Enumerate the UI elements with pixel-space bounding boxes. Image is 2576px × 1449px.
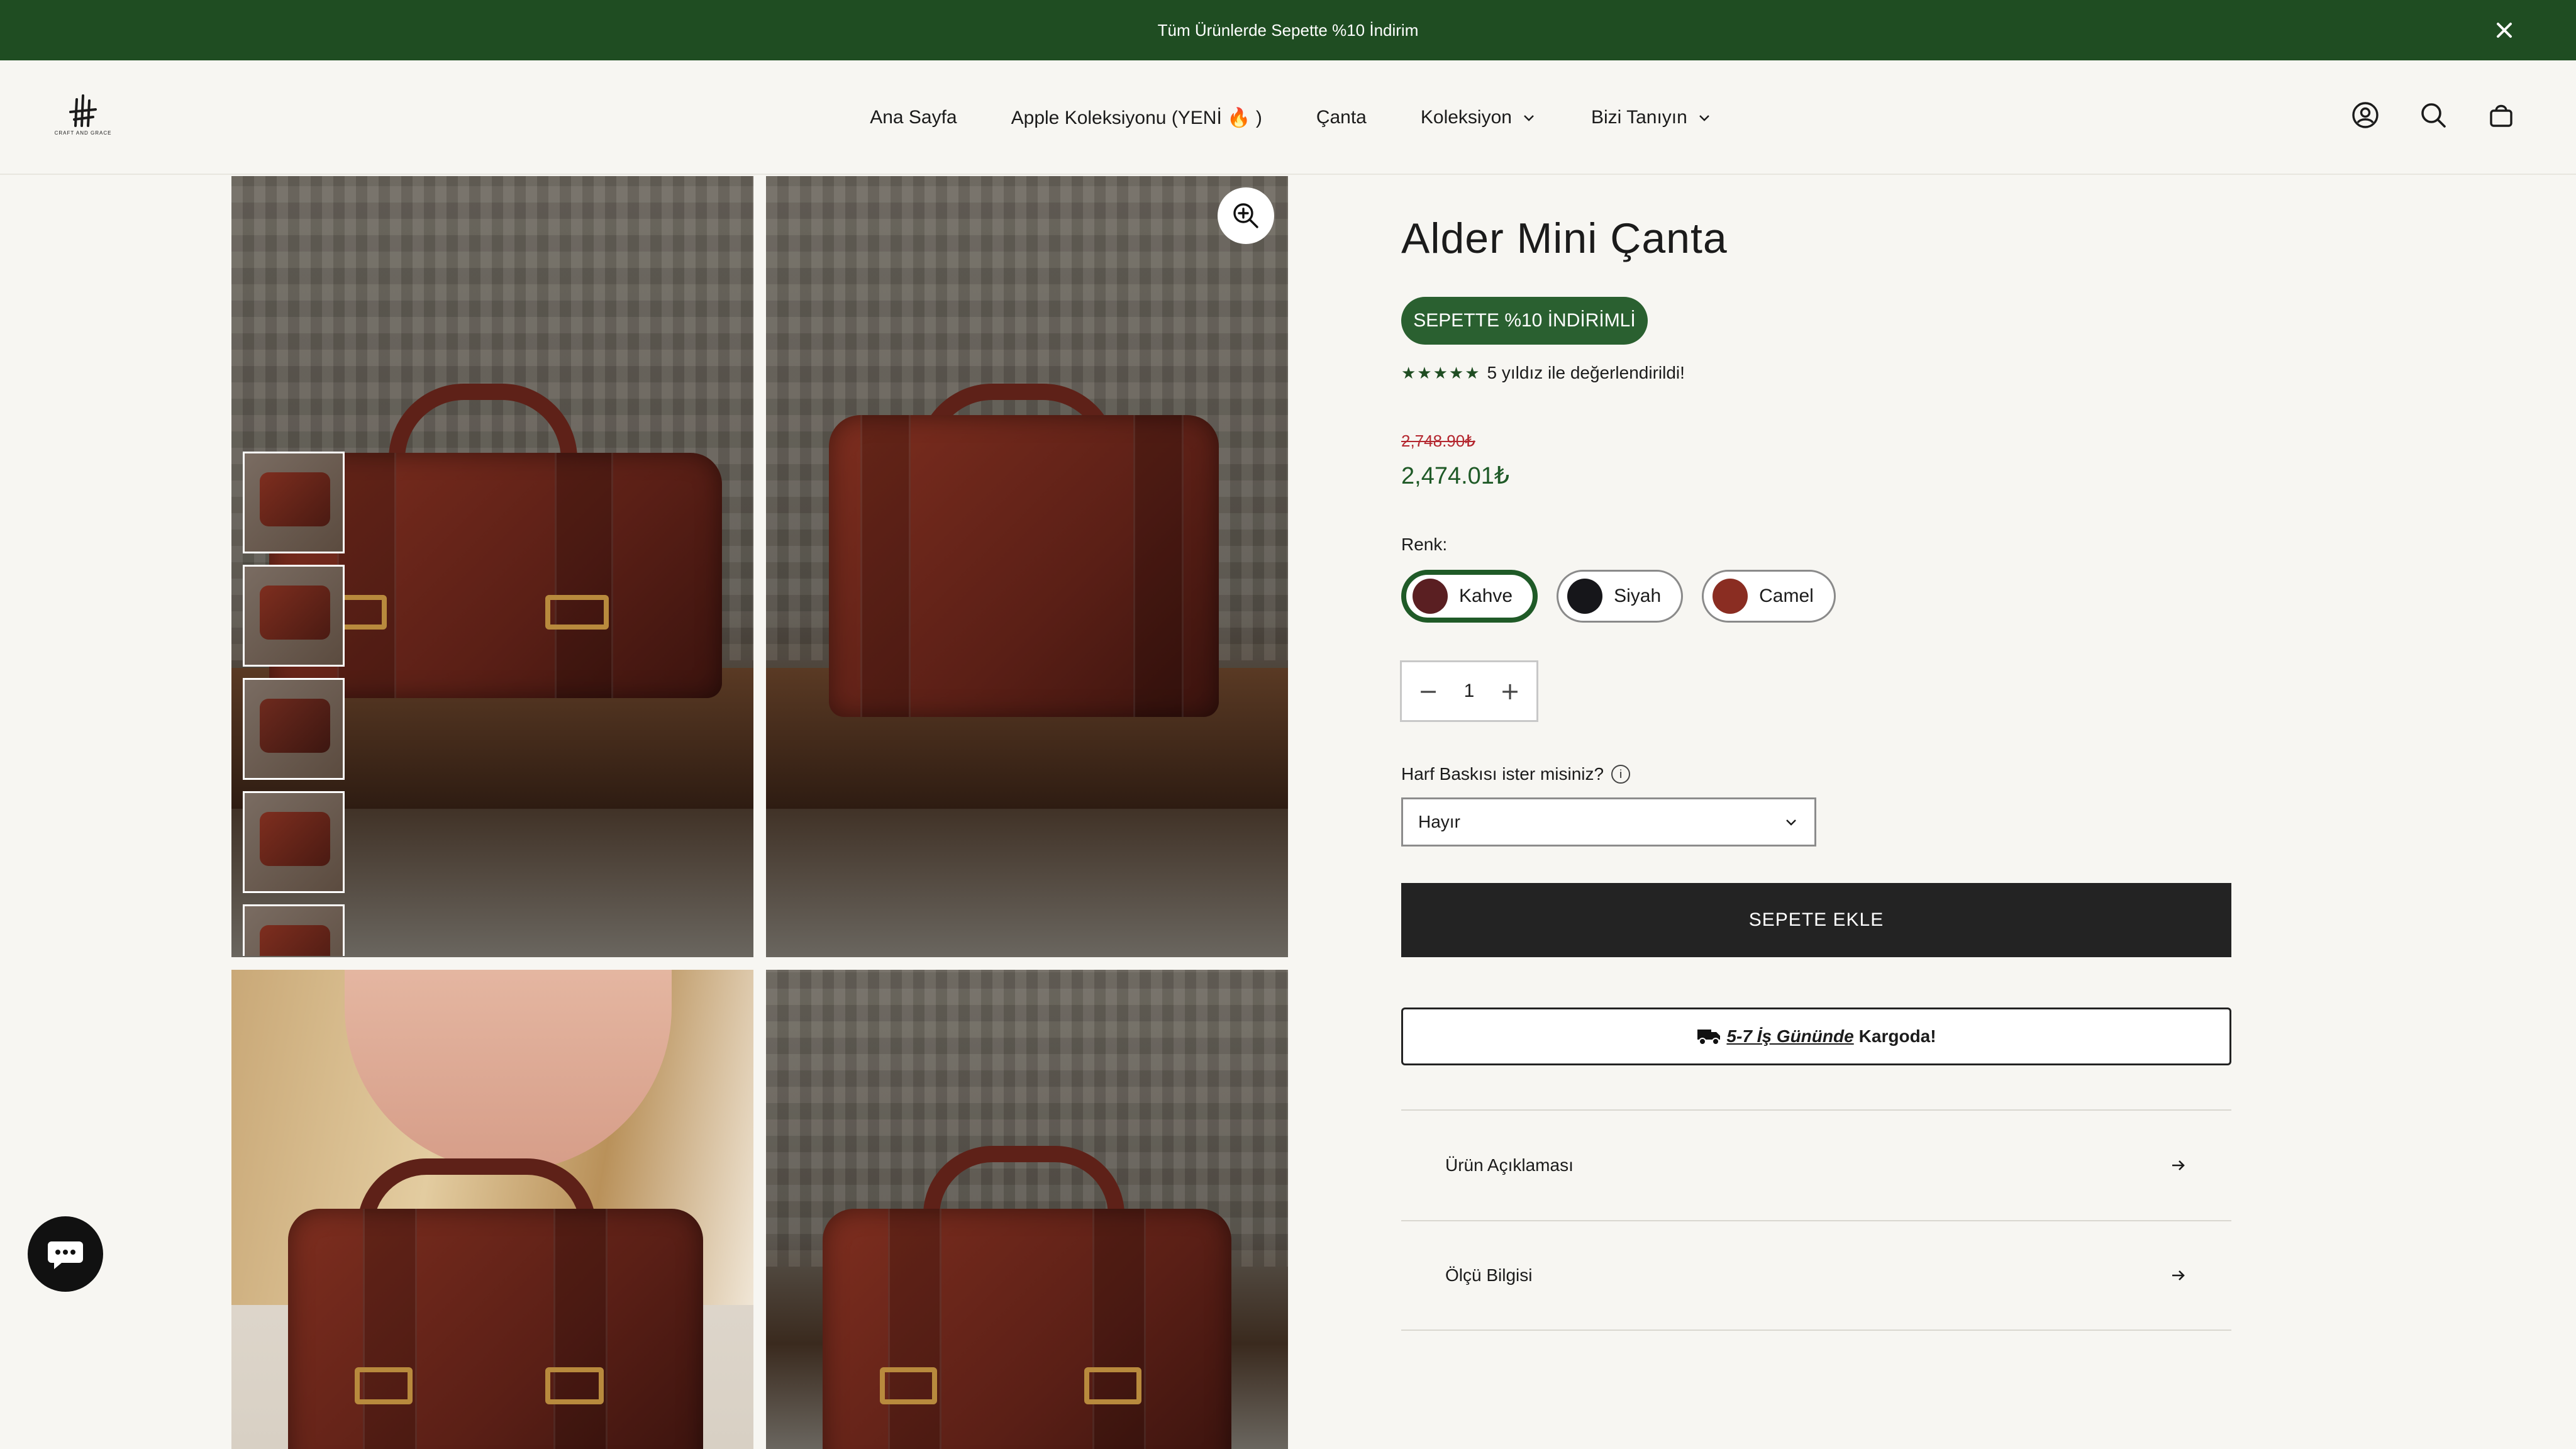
product-photo (766, 176, 1288, 957)
product-image-4[interactable] (766, 970, 1288, 1449)
thumbnail[interactable] (243, 452, 345, 553)
engraving-label: Harf Baskısı ister misiniz? (1401, 764, 1604, 784)
color-label: Renk: (1401, 535, 1448, 554)
chevron-down-icon (1699, 115, 1709, 121)
site-header: CRAFT AND GRACE Ana Sayfa Apple Koleksiy… (0, 60, 2576, 175)
engraving-question: Harf Baskısı ister misiniz? i (1401, 764, 1631, 784)
color-dot (1413, 579, 1448, 614)
product-photo (231, 970, 753, 1449)
nav-label: Çanta (1316, 107, 1367, 128)
color-option-kahve[interactable]: Kahve (1401, 570, 1538, 623)
arrow-right-icon (2172, 1270, 2185, 1280)
main-nav: Ana Sayfa Apple Koleksiyonu (YENİ 🔥 ) Ça… (0, 60, 2576, 175)
nav-canta[interactable]: Çanta (1316, 107, 1367, 128)
zoom-button[interactable] (1218, 187, 1274, 244)
zoom-in-icon (1233, 203, 1258, 228)
accordion-label: Ürün Açıklaması (1445, 1155, 1574, 1175)
nav-koleksiyon[interactable]: Koleksiyon (1421, 107, 1537, 128)
chevron-down-icon (1524, 115, 1534, 121)
thumbnail[interactable] (243, 791, 345, 893)
chat-bubble-icon (48, 1241, 83, 1269)
add-to-cart-button[interactable]: SEPETE EKLE (1401, 883, 2231, 957)
announcement-bar: Tüm Ürünlerde Sepette %10 İndirim (0, 0, 2576, 60)
color-name: Siyah (1614, 586, 1662, 606)
color-dot (1713, 579, 1748, 614)
sale-price: 2,474.01₺ (1401, 463, 1510, 489)
shipping-text: Kargoda! (1858, 1026, 1936, 1046)
color-swatches: Kahve Siyah Camel (1401, 570, 1836, 623)
discount-badge: SEPETTE %10 İNDİRİMLİ (1401, 297, 1648, 345)
announcement-text: Tüm Ürünlerde Sepette %10 İndirim (1157, 20, 1419, 40)
nav-ana-sayfa[interactable]: Ana Sayfa (870, 107, 957, 128)
color-dot (1567, 579, 1603, 614)
nav-label: Apple Koleksiyonu (YENİ 🔥 ) (1011, 107, 1262, 128)
arrow-right-icon (2172, 1160, 2185, 1170)
star-rating-icon: ★★★★★ (1401, 363, 1481, 382)
header-icons (2351, 101, 2516, 130)
nav-label: Koleksiyon (1420, 107, 1512, 128)
product-image-2[interactable] (766, 176, 1288, 957)
thumbnail-strip (243, 452, 345, 956)
nav-apple-koleksiyonu[interactable]: Apple Koleksiyonu (YENİ 🔥 ) (1011, 107, 1262, 129)
decrease-quantity-button[interactable]: − (1417, 679, 1440, 703)
thumbnail[interactable] (243, 678, 345, 780)
accordion-size-info[interactable]: Ölçü Bilgisi (1401, 1220, 2231, 1331)
product-image-3[interactable] (231, 970, 753, 1449)
product-title: Alder Mini Çanta (1401, 214, 1728, 262)
color-name: Camel (1759, 586, 1814, 606)
truck-icon (1697, 1030, 1721, 1045)
quantity-stepper: − 1 + (1400, 660, 1538, 722)
old-price: 2,748.90₺ (1401, 431, 1475, 450)
accordion-label: Ölçü Bilgisi (1445, 1265, 1533, 1285)
nav-bizi-taniyin[interactable]: Bizi Tanıyın (1591, 107, 1713, 128)
cart-icon[interactable] (2487, 101, 2516, 130)
color-name: Kahve (1459, 586, 1513, 606)
quantity-value[interactable]: 1 (1464, 680, 1475, 702)
thumbnail[interactable] (243, 565, 345, 667)
accordion-product-description[interactable]: Ürün Açıklaması (1401, 1109, 2231, 1220)
color-option-camel[interactable]: Camel (1702, 570, 1836, 623)
rating-text: 5 yıldız ile değerlendirildi! (1487, 363, 1685, 382)
engraving-select[interactable]: Hayır (1401, 797, 1816, 847)
account-icon[interactable] (2351, 101, 2380, 130)
rating: ★★★★★ 5 yıldız ile değerlendirildi! (1401, 363, 1685, 383)
chat-button[interactable] (28, 1216, 103, 1292)
shipping-link[interactable]: 5-7 İş Gününde (1726, 1026, 1853, 1046)
engraving-value: Hayır (1418, 812, 1460, 831)
nav-label: Bizi Tanıyın (1591, 107, 1687, 128)
product-photo (766, 970, 1288, 1449)
nav-label: Ana Sayfa (870, 107, 957, 128)
chevron-down-icon (1786, 819, 1796, 826)
thumbnail[interactable] (243, 904, 345, 956)
close-icon[interactable] (2490, 16, 2518, 44)
increase-quantity-button[interactable]: + (1499, 679, 1521, 703)
info-icon[interactable]: i (1611, 765, 1631, 784)
search-icon[interactable] (2419, 101, 2448, 130)
shipping-info: 5-7 İş Gününde Kargoda! (1401, 1008, 2231, 1065)
color-option-siyah[interactable]: Siyah (1557, 570, 1684, 623)
